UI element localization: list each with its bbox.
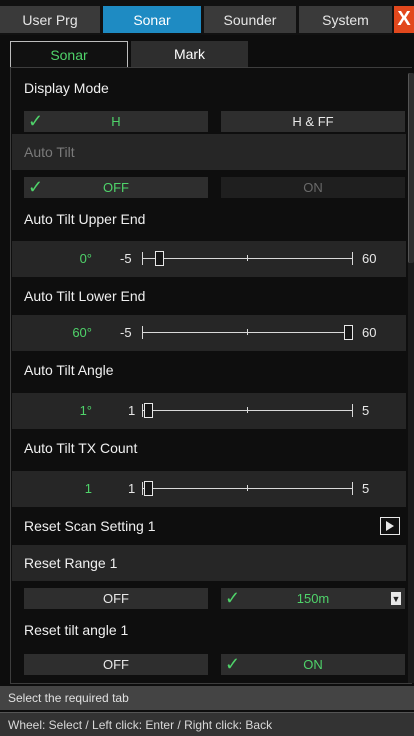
reset-tilt-option-on[interactable]: ✓ ON bbox=[221, 654, 405, 675]
display-mode-option-h-ff[interactable]: H & FF bbox=[221, 111, 405, 132]
slider-endcap bbox=[352, 404, 353, 417]
label-text: Auto Tilt Angle bbox=[24, 362, 114, 378]
tab-label: System bbox=[322, 11, 369, 28]
slider-min: 1 bbox=[128, 403, 136, 418]
option-label: OFF bbox=[103, 591, 129, 606]
slider-value: 1 bbox=[84, 481, 92, 496]
subtab-mark[interactable]: Mark bbox=[131, 41, 248, 67]
slider-tick bbox=[247, 329, 248, 335]
play-icon bbox=[386, 521, 394, 531]
option-label: OFF bbox=[103, 657, 129, 672]
setting-angle-label: Auto Tilt Angle bbox=[12, 352, 406, 388]
slider-knob[interactable] bbox=[144, 481, 153, 496]
label-text: Auto Tilt Lower End bbox=[24, 288, 146, 304]
check-icon: ✓ bbox=[225, 654, 241, 674]
angle-slider[interactable]: 1° 1 5 bbox=[12, 393, 406, 429]
slider-knob[interactable] bbox=[144, 403, 153, 418]
tab-user-prg[interactable]: User Prg bbox=[0, 6, 100, 33]
option-label: ON bbox=[303, 657, 323, 672]
slider-min: -5 bbox=[120, 251, 132, 266]
slider-max: 5 bbox=[362, 403, 370, 418]
auto-tilt-option-on[interactable]: ON bbox=[221, 177, 405, 198]
check-icon: ✓ bbox=[28, 177, 44, 197]
chevron-down-icon[interactable]: ▼ bbox=[391, 592, 401, 605]
slider-knob[interactable] bbox=[344, 325, 353, 340]
scrollbar-thumb[interactable] bbox=[408, 73, 414, 263]
reset-range-option-off[interactable]: OFF bbox=[24, 588, 208, 609]
upper-end-slider[interactable]: 0° -5 60 bbox=[12, 241, 406, 277]
main-tab-bar: User Prg Sonar Sounder System X bbox=[0, 0, 414, 35]
scrollbar[interactable] bbox=[408, 73, 414, 683]
slider-tick bbox=[247, 255, 248, 261]
label-text: Reset Scan Setting 1 bbox=[24, 518, 156, 534]
status-help-text: Wheel: Select / Left click: Enter / Righ… bbox=[8, 717, 273, 732]
slider-tick bbox=[247, 407, 248, 413]
tab-label: User Prg bbox=[22, 11, 78, 28]
option-label: ON bbox=[303, 180, 323, 195]
label-text: Reset tilt angle 1 bbox=[24, 622, 129, 638]
option-label: OFF bbox=[103, 180, 129, 195]
slider-max: 5 bbox=[362, 481, 370, 496]
slider-value: 0° bbox=[79, 251, 92, 266]
setting-tx-count-label: Auto Tilt TX Count bbox=[12, 430, 406, 466]
status-hint-text: Select the required tab bbox=[8, 691, 129, 705]
tab-label: Sounder bbox=[223, 11, 277, 28]
slider-min: -5 bbox=[120, 325, 132, 340]
setting-reset-range-label: Reset Range 1 bbox=[12, 545, 406, 581]
label-text: Auto Tilt TX Count bbox=[24, 440, 138, 456]
label-text: Reset Range 1 bbox=[24, 555, 118, 571]
status-hint: Select the required tab bbox=[0, 686, 414, 710]
slider-value: 60° bbox=[72, 325, 92, 340]
check-icon: ✓ bbox=[28, 111, 44, 131]
slider-max: 60 bbox=[362, 325, 377, 340]
tab-sounder[interactable]: Sounder bbox=[204, 6, 296, 33]
option-label: H bbox=[111, 114, 121, 129]
slider-endcap bbox=[352, 482, 353, 495]
setting-reset-tilt-label: Reset tilt angle 1 bbox=[12, 612, 406, 648]
setting-auto-tilt-label: Auto Tilt bbox=[12, 134, 406, 170]
tx-count-slider[interactable]: 1 1 5 bbox=[12, 471, 406, 507]
subtab-label: Sonar bbox=[50, 46, 88, 63]
display-mode-option-h[interactable]: ✓ H bbox=[24, 111, 208, 132]
slider-endcap bbox=[352, 252, 353, 265]
option-label: 150m bbox=[296, 591, 330, 606]
subtab-sonar[interactable]: Sonar bbox=[10, 41, 128, 67]
slider-value: 1° bbox=[79, 403, 92, 418]
subtab-label: Mark bbox=[173, 46, 206, 62]
status-help: Wheel: Select / Left click: Enter / Righ… bbox=[0, 712, 414, 736]
reset-scan-play-button[interactable] bbox=[380, 517, 400, 535]
option-label: H & FF bbox=[292, 114, 334, 129]
slider-knob[interactable] bbox=[154, 251, 164, 266]
label-text: Auto Tilt Upper End bbox=[24, 211, 146, 227]
auto-tilt-option-off[interactable]: ✓ OFF bbox=[24, 177, 208, 198]
check-icon: ✓ bbox=[225, 588, 241, 608]
lower-end-slider[interactable]: 60° -5 60 bbox=[12, 315, 406, 351]
setting-reset-scan-label[interactable]: Reset Scan Setting 1 bbox=[12, 508, 406, 544]
reset-range-dropdown[interactable]: ✓ 150m ▼ bbox=[221, 588, 405, 609]
label-text: Auto Tilt bbox=[24, 144, 75, 160]
reset-tilt-option-off[interactable]: OFF bbox=[24, 654, 208, 675]
slider-min: 1 bbox=[128, 481, 136, 496]
slider-tick bbox=[247, 485, 248, 491]
slider-max: 60 bbox=[362, 251, 377, 266]
tab-sonar[interactable]: Sonar bbox=[103, 6, 201, 33]
close-icon: X bbox=[397, 8, 411, 30]
tab-system[interactable]: System bbox=[299, 6, 392, 33]
tab-label: Sonar bbox=[133, 11, 171, 28]
close-button[interactable]: X bbox=[394, 6, 414, 33]
setting-upper-end-label: Auto Tilt Upper End bbox=[12, 201, 406, 237]
setting-lower-end-label: Auto Tilt Lower End bbox=[12, 278, 406, 314]
label-text: Display Mode bbox=[24, 80, 109, 96]
setting-display-mode-label: Display Mode bbox=[12, 70, 406, 106]
